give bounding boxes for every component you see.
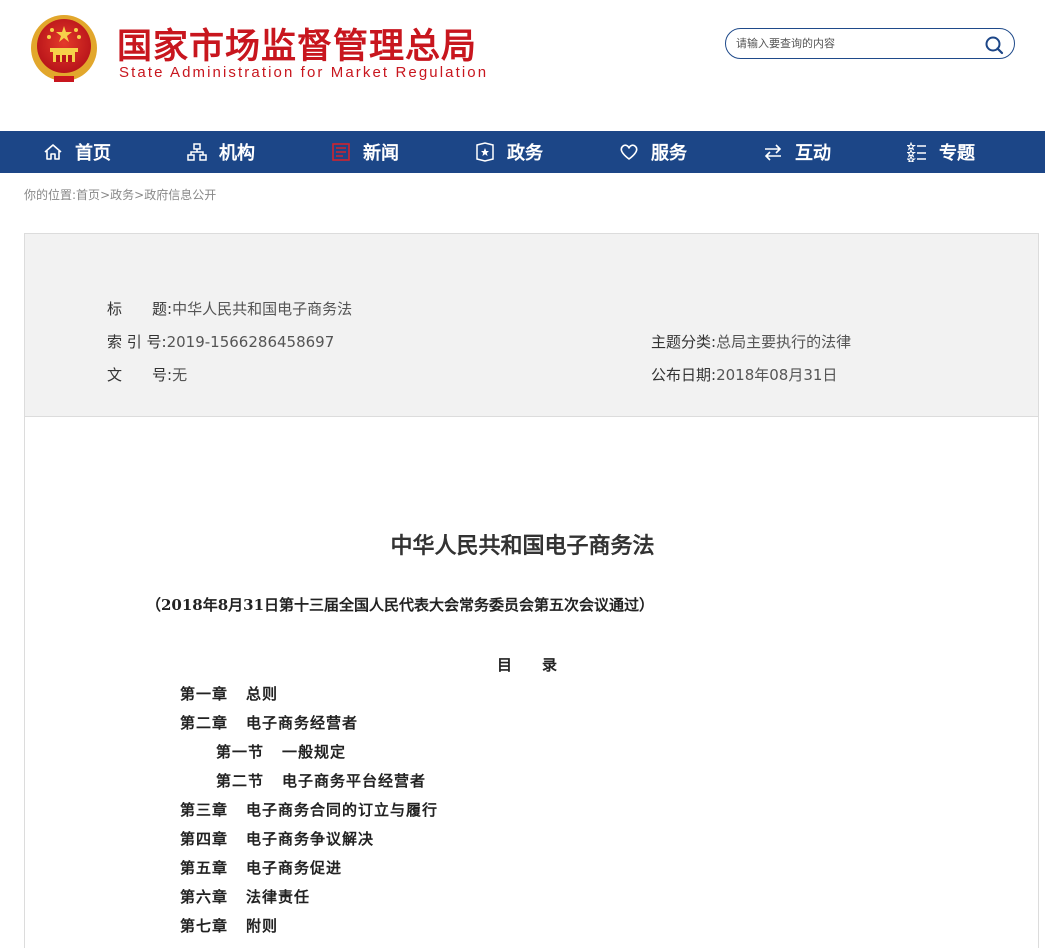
toc-chapter: 第二节 bbox=[216, 772, 265, 790]
national-emblem-icon bbox=[31, 15, 97, 82]
nav-label: 服务 bbox=[651, 143, 687, 164]
toc-chapter: 第四章 bbox=[180, 830, 229, 848]
info-docno-value: 无 bbox=[172, 366, 188, 384]
toc-item[interactable]: 第二节 电子商务平台经营者 bbox=[216, 770, 426, 791]
toc-item[interactable]: 第四章 电子商务争议解决 bbox=[180, 828, 374, 849]
toc-chapter: 第二章 bbox=[180, 714, 229, 732]
toc-heading: 目录 bbox=[497, 656, 588, 674]
arrows-icon bbox=[764, 144, 782, 161]
toc-name: 电子商务经营者 bbox=[246, 714, 359, 732]
info-category-label: 主题分类: bbox=[651, 333, 717, 351]
toc-item[interactable]: 第一章 总则 bbox=[180, 683, 278, 704]
toc-chapter: 第三章 bbox=[180, 801, 229, 819]
info-title-row: 标 题:中华人民共和国电子商务法 bbox=[107, 298, 352, 319]
toc-name: 总则 bbox=[246, 685, 279, 703]
site-title: 国家市场监督管理总局 bbox=[117, 26, 478, 67]
nav-label: 专题 bbox=[939, 143, 975, 164]
toc-item[interactable]: 第二章 电子商务经营者 bbox=[180, 712, 358, 733]
toc-item[interactable]: 第三章 电子商务合同的订立与履行 bbox=[180, 799, 438, 820]
search-box bbox=[725, 28, 1015, 59]
nav-label: 首页 bbox=[75, 143, 111, 164]
toc-name: 电子商务平台经营者 bbox=[282, 772, 427, 790]
nav-label: 新闻 bbox=[363, 143, 399, 164]
toc-item[interactable]: 第七章 附则 bbox=[180, 915, 278, 936]
toc-name: 电子商务合同的订立与履行 bbox=[246, 801, 439, 819]
nav-item-home[interactable]: 首页 bbox=[43, 131, 111, 173]
info-index-row: 索 引 号:2019-1566286458697 bbox=[107, 331, 334, 352]
info-title-value: 中华人民共和国电子商务法 bbox=[172, 300, 353, 318]
toc-chapter: 第六章 bbox=[180, 888, 229, 906]
breadcrumb: 你的位置:首页>政务>政府信息公开 bbox=[24, 186, 216, 203]
toc-chapter: 第五章 bbox=[180, 859, 229, 877]
nav-label: 政务 bbox=[507, 143, 543, 164]
stars-list-icon bbox=[907, 142, 926, 162]
toc-item[interactable]: 第一节 一般规定 bbox=[216, 741, 346, 762]
toc-name: 电子商务争议解决 bbox=[246, 830, 375, 848]
breadcrumb-prefix: 你的位置: bbox=[24, 188, 77, 202]
info-category-value: 总局主要执行的法律 bbox=[716, 333, 852, 351]
info-docno-label: 文 号: bbox=[107, 366, 173, 384]
info-title-label: 标 题: bbox=[107, 300, 173, 318]
info-docno-row: 文 号:无 bbox=[107, 364, 187, 385]
news-icon bbox=[332, 143, 350, 161]
breadcrumb-sep: > bbox=[100, 188, 111, 202]
nav-item-topics[interactable]: 专题 bbox=[907, 131, 975, 173]
toc-name: 一般规定 bbox=[282, 743, 347, 761]
nav-item-service[interactable]: 服务 bbox=[619, 131, 687, 173]
document-subtitle: （2018年8月31日第十三届全国人民代表大会常务委员会第五次会议通过） bbox=[146, 596, 655, 614]
toc-name: 法律责任 bbox=[246, 888, 311, 906]
site-subtitle: State Administration for Market Regulati… bbox=[119, 64, 489, 81]
search-input[interactable] bbox=[736, 33, 976, 54]
document-title: 中华人民共和国电子商务法 bbox=[390, 534, 655, 559]
org-chart-icon bbox=[187, 143, 207, 161]
breadcrumb-current[interactable]: 政府信息公开 bbox=[144, 188, 216, 202]
toc-chapter: 第七章 bbox=[180, 917, 229, 935]
breadcrumb-sep: > bbox=[134, 188, 145, 202]
info-date-row: 公布日期:2018年08月31日 bbox=[651, 364, 837, 385]
toc-name: 电子商务促进 bbox=[246, 859, 343, 877]
site-header: 国家市场监督管理总局 State Administration for Mark… bbox=[0, 0, 1045, 131]
home-icon bbox=[44, 144, 62, 160]
government-icon bbox=[476, 142, 494, 162]
toc-name: 附则 bbox=[246, 917, 279, 935]
toc-chapter: 第一章 bbox=[180, 685, 229, 703]
nav-item-org[interactable]: 机构 bbox=[187, 131, 255, 173]
nav-item-gov[interactable]: 政务 bbox=[475, 131, 543, 173]
info-category-row: 主题分类:总局主要执行的法律 bbox=[651, 331, 851, 352]
main-nav: 首页 机构 新闻 政务 服务 互动 专题 bbox=[0, 131, 1045, 173]
document-content bbox=[24, 417, 1039, 948]
toc-chapter: 第一节 bbox=[216, 743, 265, 761]
nav-item-news[interactable]: 新闻 bbox=[331, 131, 399, 173]
nav-item-interact[interactable]: 互动 bbox=[763, 131, 831, 173]
info-index-label: 索 引 号: bbox=[107, 333, 167, 351]
heart-icon bbox=[620, 144, 638, 160]
toc-item[interactable]: 第六章 法律责任 bbox=[180, 886, 310, 907]
breadcrumb-gov[interactable]: 政务 bbox=[110, 188, 134, 202]
nav-label: 互动 bbox=[795, 143, 831, 164]
breadcrumb-home[interactable]: 首页 bbox=[76, 188, 100, 202]
search-icon[interactable] bbox=[984, 35, 1004, 55]
info-index-value: 2019-1566286458697 bbox=[166, 333, 335, 351]
nav-label: 机构 bbox=[219, 143, 255, 164]
toc-item[interactable]: 第五章 电子商务促进 bbox=[180, 857, 342, 878]
info-date-value: 2018年08月31日 bbox=[716, 366, 838, 384]
info-date-label: 公布日期: bbox=[651, 366, 717, 384]
document-info-panel: 标 题:中华人民共和国电子商务法 索 引 号:2019-156628645869… bbox=[24, 233, 1039, 417]
